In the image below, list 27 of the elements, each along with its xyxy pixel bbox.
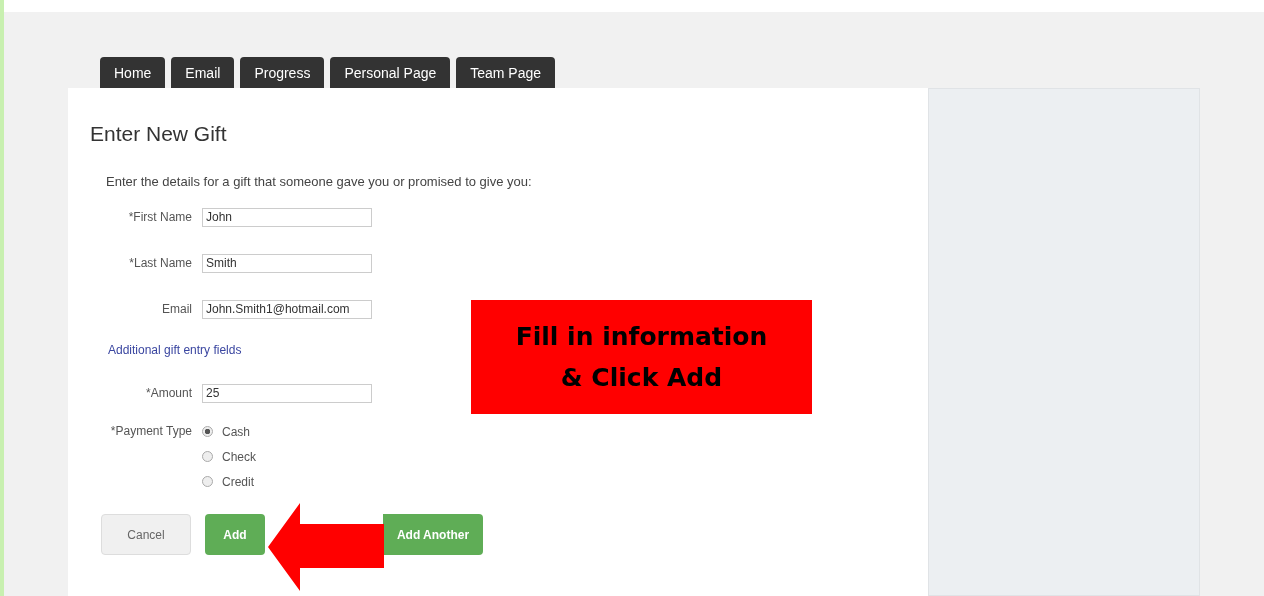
radio-label: Cash: [222, 424, 250, 439]
radio-label: Check: [222, 449, 256, 464]
nav-tab[interactable]: Team Page: [456, 57, 556, 88]
arrow-icon: [268, 503, 384, 591]
radio-button[interactable]: [202, 451, 213, 462]
cancel-button[interactable]: Cancel: [101, 514, 191, 555]
callout-text: & Click Add: [560, 363, 723, 392]
field-label: *First Name: [127, 210, 193, 224]
input-field[interactable]: John.Smith1@hotmail.com: [202, 299, 372, 319]
radio-button[interactable]: [202, 426, 213, 437]
radio-label: Credit: [222, 474, 254, 489]
intro-text: Enter the details for a gift that someone gave you or promised to give you:: [106, 174, 533, 189]
nav-tab[interactable]: Home: [100, 57, 166, 88]
field-label: *Amount: [144, 386, 193, 400]
radio-button[interactable]: [202, 476, 213, 487]
nav-tab[interactable]: Email: [171, 57, 235, 88]
input-field[interactable]: Smith: [202, 253, 372, 273]
input-field[interactable]: 25: [202, 383, 372, 403]
input-field[interactable]: John: [202, 207, 372, 227]
callout-text: Fill in information: [515, 322, 768, 351]
additional-fields-link[interactable]: Additional gift entry fields: [108, 343, 242, 357]
nav-tab[interactable]: Personal Page: [330, 57, 451, 88]
form-title: Enter New Gift: [90, 122, 228, 146]
field-label: Email: [161, 302, 193, 316]
nav-tab[interactable]: Progress: [240, 57, 325, 88]
field-label: *Last Name: [128, 256, 193, 270]
field-label: *Payment Type: [109, 424, 193, 438]
